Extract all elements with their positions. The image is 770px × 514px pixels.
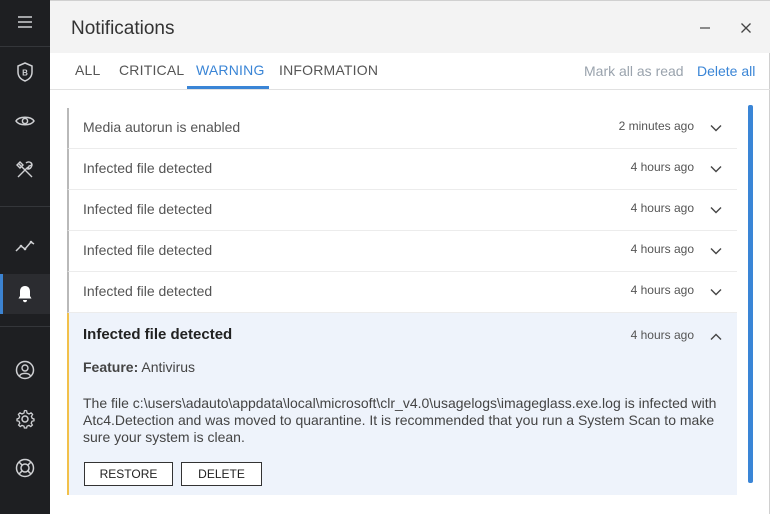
notification-time: 4 hours ago <box>630 160 694 174</box>
activity-chart-icon <box>15 240 35 252</box>
gear-icon <box>16 409 35 429</box>
notification-row[interactable]: Infected file detected 4 hours ago <box>67 231 737 272</box>
tab-critical[interactable]: CRITICAL <box>119 62 184 78</box>
notification-description: The file c:\users\adauto\appdata\local\m… <box>83 395 717 445</box>
sidebar-item-utilities[interactable] <box>0 150 50 190</box>
hamburger-icon <box>18 16 32 28</box>
menu-button[interactable] <box>0 2 50 42</box>
notification-row[interactable]: Infected file detected 4 hours ago <box>67 190 737 231</box>
notification-time: 2 minutes ago <box>618 119 694 133</box>
notification-title: Infected file detected <box>83 242 213 258</box>
svg-text:B: B <box>22 69 28 78</box>
close-icon <box>741 23 751 33</box>
lifebuoy-icon <box>15 458 35 478</box>
chevron-down-icon[interactable] <box>709 285 723 299</box>
eye-icon <box>15 116 35 126</box>
notification-row[interactable]: Infected file detected 4 hours ago <box>67 149 737 190</box>
notification-time: 4 hours ago <box>630 242 694 256</box>
bell-icon <box>18 286 32 303</box>
title-bar: Notifications <box>50 1 770 53</box>
chevron-down-icon[interactable] <box>709 244 723 258</box>
notification-title: Media autorun is enabled <box>83 119 241 135</box>
feature-label: Feature: <box>83 359 139 375</box>
notification-detail: Infected file detected 4 hours ago Featu… <box>67 313 737 495</box>
feature-value: Antivirus <box>141 359 196 375</box>
notification-row[interactable]: Infected file detected 4 hours ago <box>67 272 737 313</box>
notifications-window: Notifications ALL CRITICAL WARNING INFOR… <box>50 0 770 514</box>
notification-time: 4 hours ago <box>630 201 694 215</box>
notification-time: 4 hours ago <box>630 328 694 342</box>
shield-b-icon: B <box>17 62 33 82</box>
tools-icon <box>16 161 33 178</box>
tab-all[interactable]: ALL <box>75 62 101 78</box>
tab-information[interactable]: INFORMATION <box>279 62 378 78</box>
notification-title: Infected file detected <box>83 160 213 176</box>
sidebar-item-reports[interactable] <box>0 226 50 266</box>
window-title: Notifications <box>71 18 175 39</box>
restore-button[interactable]: RESTORE <box>84 462 173 486</box>
feature-line: Feature: Antivirus <box>83 359 195 375</box>
minimize-button[interactable] <box>695 18 715 38</box>
close-button[interactable] <box>736 18 756 38</box>
sidebar-item-account[interactable] <box>0 350 50 390</box>
chevron-down-icon[interactable] <box>709 162 723 176</box>
mark-all-read-link[interactable]: Mark all as read <box>584 63 684 79</box>
chevron-down-icon[interactable] <box>709 121 723 135</box>
active-tab-indicator <box>187 86 269 89</box>
tab-warning[interactable]: WARNING <box>196 62 265 78</box>
scrollbar[interactable] <box>748 105 753 483</box>
sidebar-item-dashboard[interactable]: B <box>0 52 50 92</box>
sidebar-item-settings[interactable] <box>0 399 50 439</box>
user-account-icon <box>15 360 35 380</box>
notification-time: 4 hours ago <box>630 283 694 297</box>
minimize-icon <box>700 27 710 29</box>
delete-all-link[interactable]: Delete all <box>697 63 755 79</box>
notification-title: Infected file detected <box>83 283 213 299</box>
sidebar: B <box>0 0 50 514</box>
sidebar-item-protection[interactable] <box>0 101 50 141</box>
notification-row[interactable]: Media autorun is enabled 2 minutes ago <box>67 108 737 149</box>
filter-tabs: ALL CRITICAL WARNING INFORMATION Mark al… <box>50 53 770 90</box>
chevron-up-icon[interactable] <box>709 330 723 344</box>
sidebar-item-support[interactable] <box>0 448 50 488</box>
chevron-down-icon[interactable] <box>709 203 723 217</box>
delete-button[interactable]: DELETE <box>181 462 262 486</box>
notification-title: Infected file detected <box>83 201 213 217</box>
sidebar-item-notifications[interactable] <box>0 274 50 314</box>
notification-detail-title: Infected file detected <box>83 326 233 343</box>
notification-list: Media autorun is enabled 2 minutes ago I… <box>67 108 737 495</box>
